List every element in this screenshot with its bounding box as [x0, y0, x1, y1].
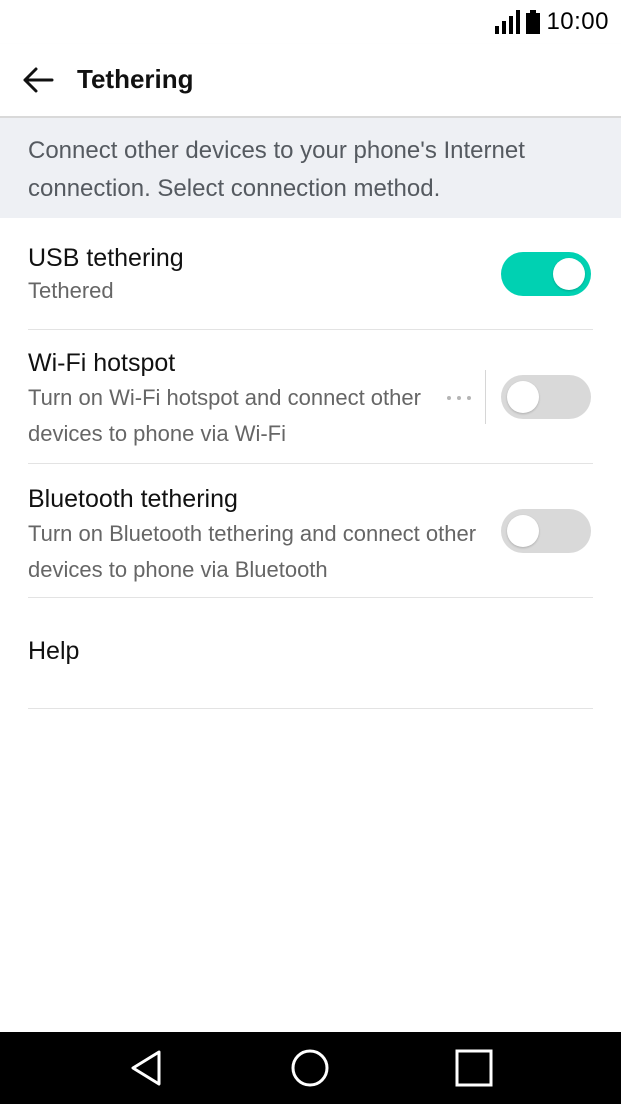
- status-icons: 10:00: [495, 8, 609, 36]
- bluetooth-tethering-row[interactable]: Bluetooth tethering Turn on Bluetooth te…: [28, 464, 593, 598]
- home-circle-icon: [291, 1049, 329, 1087]
- nav-back-button[interactable]: [125, 1046, 169, 1090]
- nav-recent-button[interactable]: [452, 1046, 496, 1090]
- app-bar: Tethering: [0, 44, 621, 118]
- arrow-left-icon: [23, 67, 54, 93]
- settings-list: USB tethering Tethered Wi-Fi hotspot Tur…: [28, 218, 593, 709]
- bluetooth-tethering-description: Turn on Bluetooth tethering and connect …: [28, 521, 477, 582]
- battery-icon: [526, 10, 541, 34]
- divider: [485, 370, 486, 424]
- help-row[interactable]: Help: [28, 598, 593, 709]
- help-title: Help: [28, 637, 80, 665]
- signal-icon: [495, 10, 521, 34]
- bluetooth-tethering-toggle[interactable]: [501, 509, 591, 553]
- wifi-hotspot-title: Wi-Fi hotspot: [28, 349, 176, 377]
- wifi-hotspot-row[interactable]: Wi-Fi hotspot Turn on Wi-Fi hotspot and …: [28, 330, 593, 464]
- back-button[interactable]: [14, 58, 62, 102]
- more-horizontal-icon[interactable]: [447, 390, 471, 406]
- usb-tethering-row[interactable]: USB tethering Tethered: [28, 218, 593, 330]
- usb-tethering-status: Tethered: [28, 278, 114, 303]
- wifi-hotspot-toggle[interactable]: [501, 375, 591, 419]
- description-text: Connect other devices to your phone's In…: [0, 118, 621, 218]
- wifi-hotspot-description: Turn on Wi-Fi hotspot and connect other …: [28, 385, 421, 446]
- toggle-knob: [507, 381, 539, 413]
- navigation-bar: [0, 1032, 621, 1104]
- page-title: Tethering: [77, 64, 194, 94]
- toggle-knob: [553, 258, 585, 290]
- usb-tethering-toggle[interactable]: [501, 252, 591, 296]
- usb-tethering-title: USB tethering: [28, 244, 184, 272]
- recent-square-icon: [455, 1049, 493, 1087]
- status-bar: 10:00: [0, 0, 621, 44]
- nav-home-button[interactable]: [288, 1046, 332, 1090]
- status-clock: 10:00: [546, 8, 609, 35]
- bluetooth-tethering-title: Bluetooth tethering: [28, 485, 238, 513]
- toggle-knob: [507, 515, 539, 547]
- back-triangle-icon: [131, 1050, 161, 1086]
